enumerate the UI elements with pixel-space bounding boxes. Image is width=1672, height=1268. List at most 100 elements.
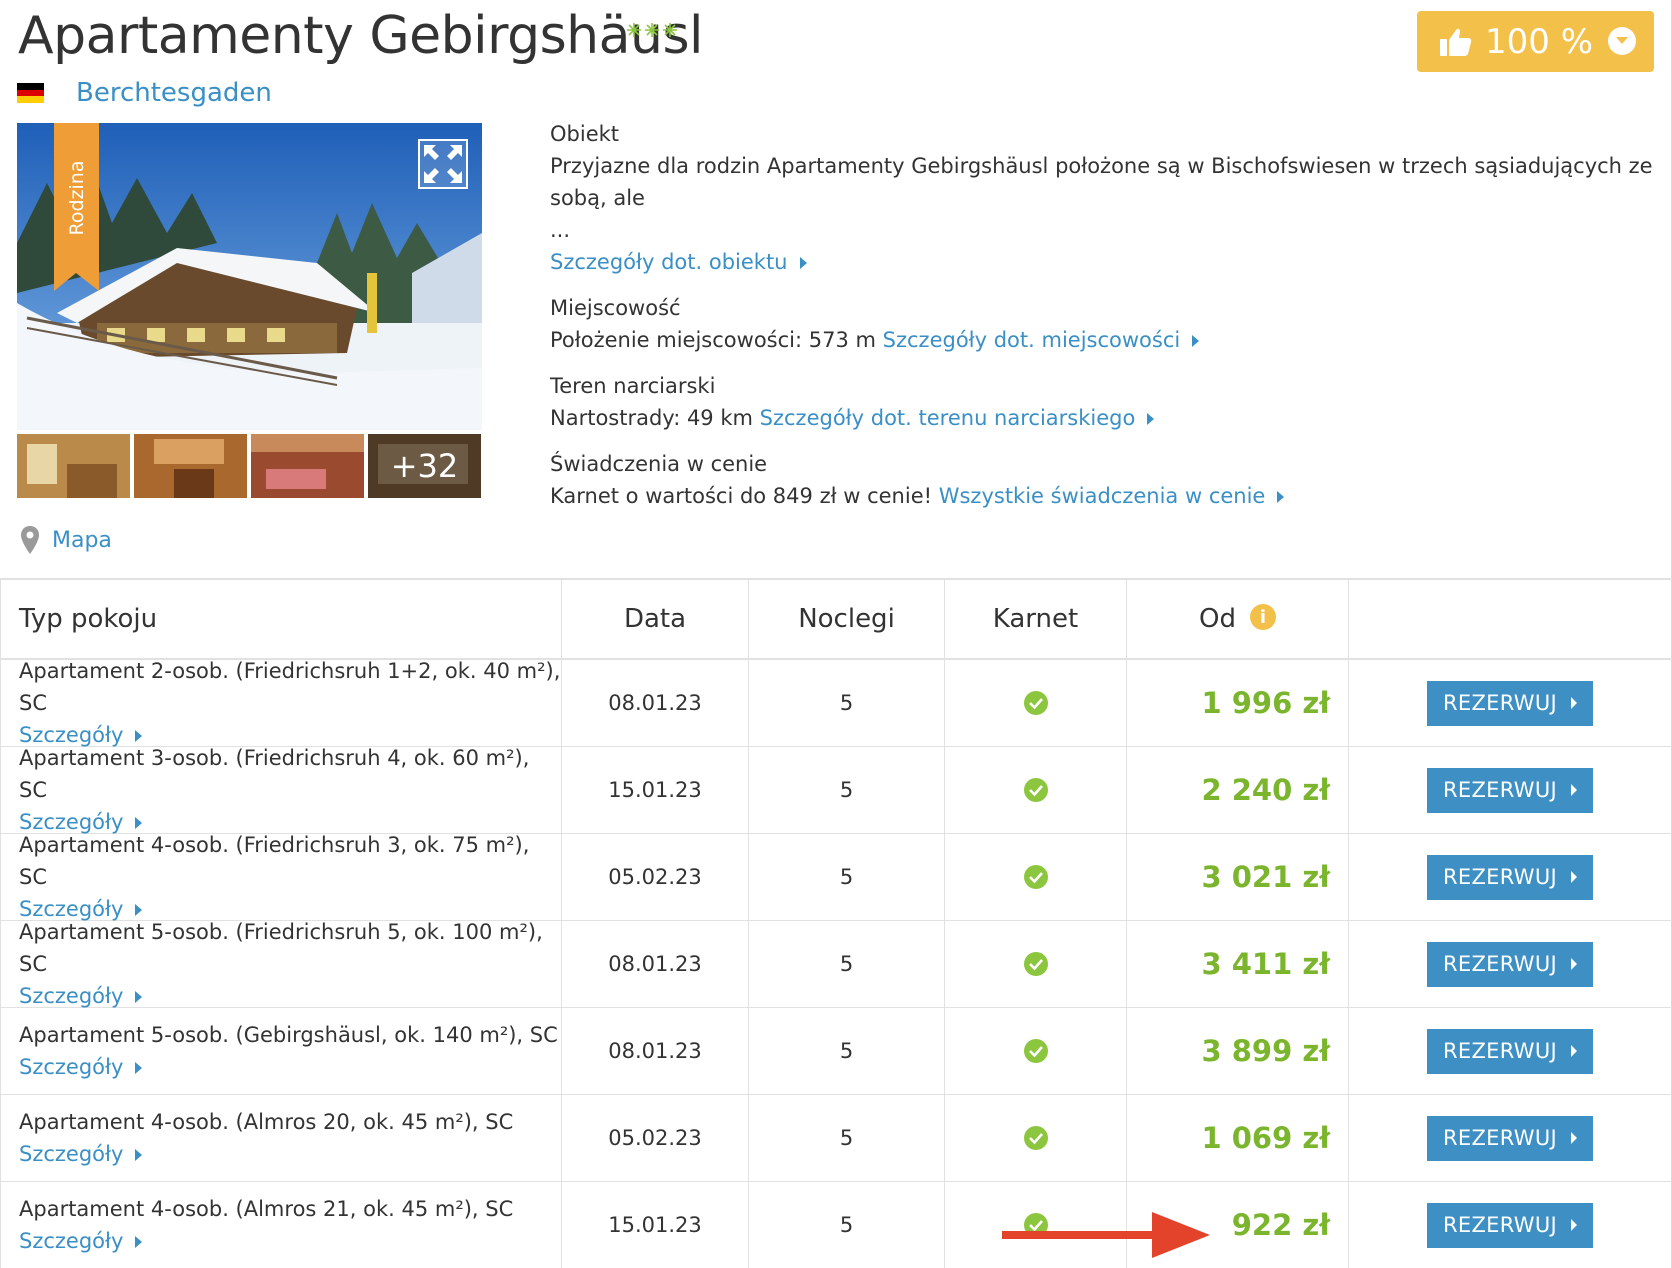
caret-right-icon: [1570, 1219, 1577, 1231]
annotation-arrow-icon: [1002, 1212, 1210, 1258]
nights: 5: [839, 865, 854, 889]
more-photos-count: +32: [368, 434, 481, 498]
caret-right-icon: [135, 1236, 143, 1248]
included-section: Świadczenia w cenie Karnet o wartości do…: [550, 448, 1660, 512]
ski-section: Teren narciarski Nartostrady: 49 km Szcz…: [550, 370, 1660, 434]
room-name: Apartament 3-osob. (Friedrichsruh 4, ok.…: [19, 746, 530, 802]
object-ellipsis: ...: [550, 218, 571, 242]
main-photo[interactable]: Rodzina: [17, 123, 482, 430]
flag-germany-icon: [17, 83, 44, 104]
date: 05.02.23: [608, 865, 702, 889]
price: 922 zł: [1231, 1208, 1330, 1242]
book-button[interactable]: REZERWUJ: [1427, 767, 1593, 813]
header-action: [1349, 580, 1671, 658]
header-pass: Karnet: [945, 580, 1127, 658]
photo-thumbnail-more[interactable]: +32: [368, 434, 481, 498]
details-label: Szczegóły: [19, 1229, 124, 1253]
included-link[interactable]: Wszystkie świadczenia w cenie: [939, 484, 1266, 508]
town-details-link[interactable]: Szczegóły dot. miejscowości: [883, 328, 1181, 352]
book-button[interactable]: REZERWUJ: [1427, 854, 1593, 900]
rating-dropdown-button[interactable]: 100 %: [1417, 11, 1654, 72]
caret-right-icon: [135, 817, 143, 829]
object-description: Przyjazne dla rodzin Apartamenty Gebirgs…: [550, 154, 1653, 210]
photo-thumbnails: +32: [17, 434, 481, 498]
header-from-label: Od: [1199, 604, 1236, 634]
object-section: Obiekt Przyjazne dla rodzin Apartamenty …: [550, 118, 1660, 278]
map-link[interactable]: Mapa: [20, 525, 112, 555]
nights: 5: [839, 778, 854, 802]
included-text: Karnet o wartości do 849 zł w cenie!: [550, 484, 933, 508]
date: 08.01.23: [608, 1039, 702, 1063]
chevron-down-icon: [1608, 27, 1636, 55]
room-name: Apartament 4-osob. (Almros 21, ok. 45 m²…: [19, 1197, 514, 1221]
object-details-link[interactable]: Szczegóły dot. obiektu: [550, 250, 788, 274]
hotel-title: Apartamenty Gebirgshäusl: [18, 6, 704, 66]
price: 1 069 zł: [1201, 1121, 1330, 1155]
room-name: Apartament 2-osob. (Friedrichsruh 1+2, o…: [19, 659, 561, 715]
book-label: REZERWUJ: [1443, 865, 1557, 889]
price: 1 996 zł: [1201, 686, 1330, 720]
table-row: Apartament 4-osob. (Almros 21, ok. 45 m²…: [0, 1182, 1672, 1268]
header-from: Od i: [1127, 580, 1349, 658]
date: 15.01.23: [608, 778, 702, 802]
map-label: Mapa: [52, 527, 112, 553]
star-icon: [645, 23, 659, 37]
check-circle-icon: [1023, 1039, 1048, 1063]
map-pin-icon: [21, 526, 39, 554]
nights: 5: [839, 691, 854, 715]
table-row: Apartament 3-osob. (Friedrichsruh 4, ok.…: [0, 746, 1672, 834]
star-icon: [627, 23, 641, 37]
star-rating: [626, 22, 678, 38]
book-label: REZERWUJ: [1443, 691, 1557, 715]
check-circle-icon: [1023, 691, 1048, 715]
book-button[interactable]: REZERWUJ: [1427, 941, 1593, 987]
price: 3 899 zł: [1201, 1034, 1330, 1068]
photo-thumbnail[interactable]: [134, 434, 247, 498]
book-label: REZERWUJ: [1443, 778, 1557, 802]
star-icon: [663, 23, 677, 37]
book-button[interactable]: REZERWUJ: [1427, 1115, 1593, 1161]
details-link[interactable]: Szczegóły: [19, 1138, 143, 1170]
photo-thumbnail[interactable]: [17, 434, 130, 498]
details-link[interactable]: Szczegóły: [19, 1225, 143, 1257]
book-button[interactable]: REZERWUJ: [1427, 1202, 1593, 1248]
date: 08.01.23: [608, 952, 702, 976]
details-link[interactable]: Szczegóły: [19, 1051, 143, 1083]
check-circle-icon: [1023, 865, 1048, 889]
nights: 5: [839, 952, 854, 976]
date: 08.01.23: [608, 691, 702, 715]
header-room-type: Typ pokoju: [0, 580, 562, 658]
caret-right-icon: [135, 991, 143, 1003]
hotel-info: Obiekt Przyjazne dla rodzin Apartamenty …: [550, 118, 1660, 526]
header-date: Data: [562, 580, 749, 658]
caret-right-icon: [1570, 784, 1577, 796]
location-link[interactable]: Berchtesgaden: [76, 78, 272, 108]
photo-thumbnail[interactable]: [251, 434, 364, 498]
details-label: Szczegóły: [19, 984, 124, 1008]
book-button[interactable]: REZERWUJ: [1427, 680, 1593, 726]
thumbs-up-icon: [1440, 28, 1472, 56]
caret-right-icon: [1570, 958, 1577, 970]
book-button[interactable]: REZERWUJ: [1427, 1028, 1593, 1074]
room-name: Apartament 4-osob. (Friedrichsruh 3, ok.…: [19, 833, 530, 889]
family-badge-label: Rodzina: [65, 160, 88, 236]
caret-right-icon: [1147, 413, 1155, 425]
rating-value: 100 %: [1485, 21, 1594, 62]
family-badge: Rodzina: [54, 123, 99, 291]
caret-right-icon: [1570, 1132, 1577, 1144]
expand-icon[interactable]: [418, 139, 468, 189]
hotel-page: Apartamenty Gebirgshäusl 100 % Berchtesg…: [0, 0, 1672, 1268]
price: 3 411 zł: [1201, 947, 1330, 981]
header-nights: Noclegi: [749, 580, 945, 658]
price: 2 240 zł: [1201, 773, 1330, 807]
room-name: Apartament 5-osob. (Gebirgshäusl, ok. 14…: [19, 1023, 558, 1047]
book-label: REZERWUJ: [1443, 1213, 1557, 1237]
room-name: Apartament 5-osob. (Friedrichsruh 5, ok.…: [19, 920, 543, 976]
table-row: Apartament 4-osob. (Almros 20, ok. 45 m²…: [0, 1095, 1672, 1182]
caret-right-icon: [135, 1062, 143, 1074]
details-label: Szczegóły: [19, 1142, 124, 1166]
info-icon[interactable]: i: [1249, 604, 1276, 630]
nights: 5: [839, 1126, 854, 1150]
caret-right-icon: [1570, 871, 1577, 883]
ski-details-link[interactable]: Szczegóły dot. terenu narciarskiego: [760, 406, 1136, 430]
